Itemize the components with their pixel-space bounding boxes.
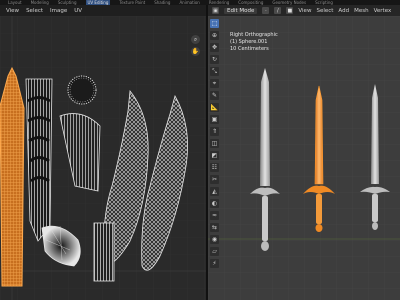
rip-icon[interactable]: ⚡: [210, 259, 219, 268]
mode-selector[interactable]: Edit Mode: [224, 7, 258, 14]
uv-menu-view[interactable]: View: [6, 8, 19, 14]
edge-slide-icon[interactable]: ⇆: [210, 223, 219, 232]
spin-icon[interactable]: ◐: [210, 199, 219, 208]
smooth-icon[interactable]: ≈: [210, 211, 219, 220]
rotate-icon[interactable]: ↻: [210, 55, 219, 64]
3d-viewport: ▣ Edit Mode · / ■ View Select Add Mesh V…: [208, 5, 400, 300]
viewport-header: ▣ Edit Mode · / ■ View Select Add Mesh V…: [208, 5, 400, 16]
uv-canvas[interactable]: [0, 16, 206, 300]
uv-menu-select[interactable]: Select: [26, 8, 43, 14]
tool-shelf: ⬚ ⊕ ✥ ↻ ⤡ ⌖ ✎ 📐 ▣ ⇑ ◫ ◩ ☷ ✂ ◭ ◐ ≈ ⇆ ◉ ▱ …: [210, 19, 219, 271]
transform-icon[interactable]: ⌖: [210, 79, 219, 88]
uv-island-grip[interactable]: [25, 78, 53, 242]
viewport-menu-add[interactable]: Add: [338, 8, 349, 14]
uv-menu-uv[interactable]: UV: [74, 8, 82, 14]
face-select-icon[interactable]: ■: [286, 7, 294, 14]
select-box-icon[interactable]: ⬚: [210, 19, 219, 28]
hand-icon[interactable]: ✋: [191, 47, 200, 56]
shrink-fatten-icon[interactable]: ◉: [210, 235, 219, 244]
grid-units: 10 Centimeters: [230, 46, 269, 52]
uv-island-cylinder[interactable]: [93, 222, 115, 282]
knife-icon[interactable]: ✂: [210, 175, 219, 184]
magnifier-icon[interactable]: ⌕: [191, 35, 200, 44]
poly-build-icon[interactable]: ◭: [210, 187, 219, 196]
view-name: Right Orthographic: [230, 32, 278, 38]
uv-editor-header: View Select Image UV: [0, 5, 206, 16]
vertex-select-icon[interactable]: ·: [262, 7, 270, 14]
annotate-icon[interactable]: ✎: [210, 91, 219, 100]
bevel-icon[interactable]: ◩: [210, 151, 219, 160]
inset-icon[interactable]: ◫: [210, 139, 219, 148]
cursor-icon[interactable]: ⊕: [210, 31, 219, 40]
scale-icon[interactable]: ⤡: [210, 67, 219, 76]
uv-island-pommel[interactable]: [67, 75, 97, 105]
edge-select-icon[interactable]: /: [274, 7, 282, 14]
loop-cut-icon[interactable]: ☷: [210, 163, 219, 172]
move-icon[interactable]: ✥: [210, 43, 219, 52]
add-cube-icon[interactable]: ▣: [210, 115, 219, 124]
measure-icon[interactable]: 📐: [210, 103, 219, 112]
uv-navigation-gizmo: ⌕ ✋: [191, 35, 201, 59]
active-object: (1) Sphere.001: [230, 39, 268, 45]
extrude-icon[interactable]: ⇑: [210, 127, 219, 136]
uv-menu-image[interactable]: Image: [50, 8, 67, 14]
editor-type-icon[interactable]: ▣: [212, 7, 219, 14]
viewport-menu-vertex[interactable]: Vertex: [374, 8, 392, 14]
viewport-info-overlay: Right Orthographic (1) Sphere.001 10 Cen…: [230, 32, 278, 53]
shear-icon[interactable]: ▱: [210, 247, 219, 256]
viewport-canvas[interactable]: [208, 16, 400, 300]
viewport-menu-view[interactable]: View: [298, 8, 311, 14]
uv-island-blade-selected[interactable]: [0, 66, 25, 287]
uv-editor: View Select Image UV ⌕ ✋: [0, 5, 206, 300]
viewport-menu-select[interactable]: Select: [316, 8, 333, 14]
viewport-menu-mesh[interactable]: Mesh: [354, 8, 368, 14]
